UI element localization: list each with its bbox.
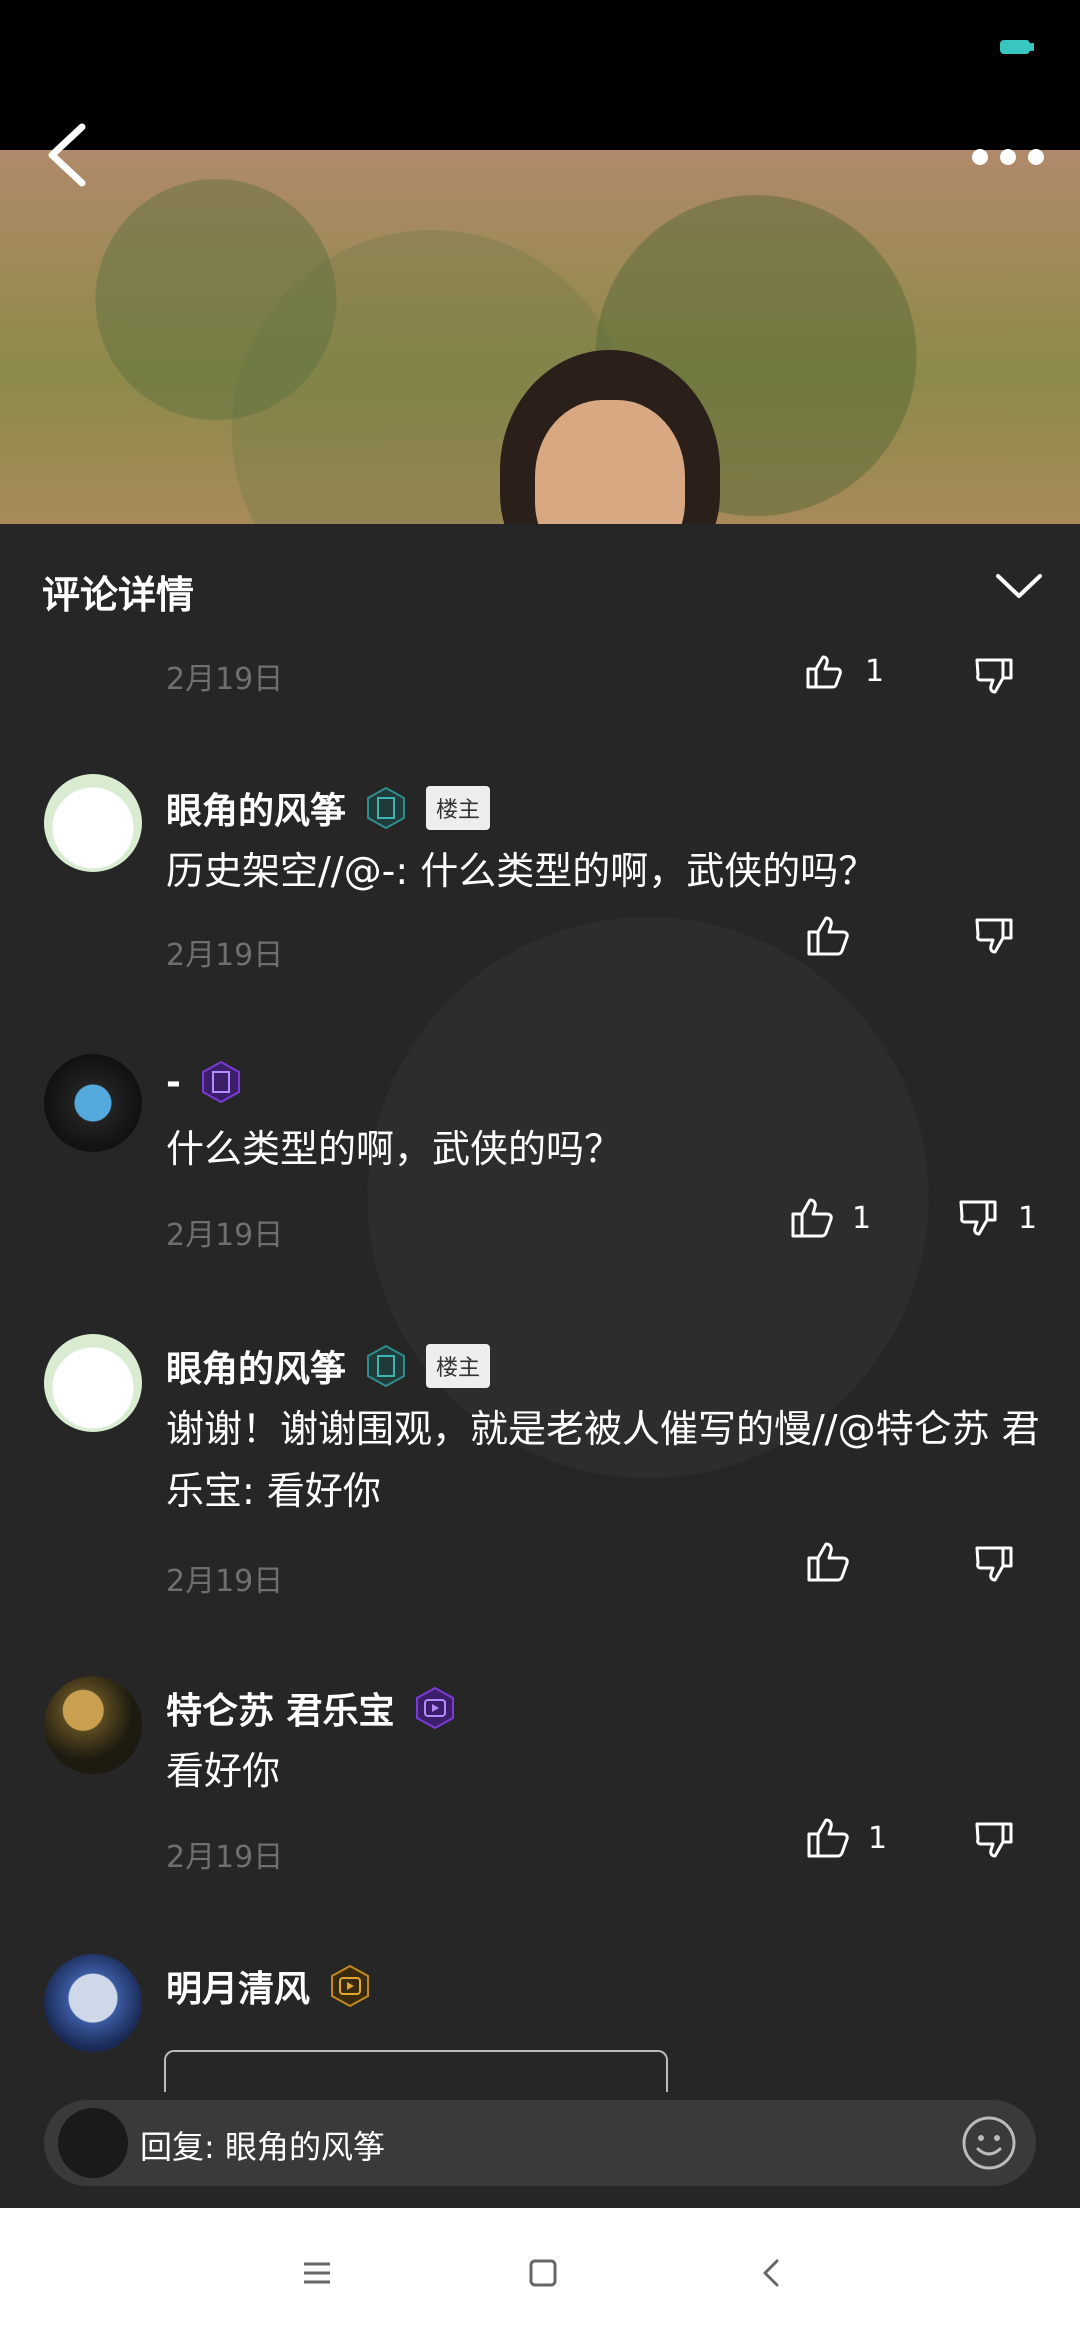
- level-badge-icon: [201, 1060, 240, 1104]
- like-button[interactable]: [806, 914, 850, 958]
- comment-text: 什么类型的啊，武侠的吗？: [166, 1127, 623, 1171]
- comment-text: 谢谢！谢谢围观，就是老被人催写的慢//@特仑苏 君乐宝: 看好你: [166, 1407, 1040, 1513]
- comment-date: 2月19日: [166, 938, 284, 973]
- thumbs-up-icon: [807, 1542, 849, 1582]
- owner-tag: 楼主: [426, 786, 491, 830]
- comment-author-name[interactable]: 眼角的风筝: [166, 782, 346, 834]
- dislike-button[interactable]: [974, 1820, 1016, 1860]
- comment-header: 眼角的风筝 楼主: [166, 1340, 491, 1392]
- thumbs-down-icon: [975, 658, 1013, 694]
- chevron-left-icon: [763, 2259, 779, 2287]
- chevron-left-icon: [48, 123, 86, 187]
- dislike-button[interactable]: [974, 656, 1016, 700]
- dislike-button[interactable]: [974, 916, 1016, 956]
- like-count: 1: [868, 1820, 888, 1856]
- comment-text: 看好你: [166, 1749, 281, 1793]
- thumbs-down-icon: [975, 1546, 1013, 1582]
- more-options-button[interactable]: [972, 142, 1052, 172]
- status-bar: [0, 0, 1080, 150]
- video-person-face: [535, 400, 685, 524]
- avatar[interactable]: [44, 1676, 142, 1774]
- avatar[interactable]: [44, 774, 142, 872]
- comment-text: 历史架空//@-: 什么类型的啊，武侠的吗？: [166, 849, 877, 893]
- reply-input[interactable]: 回复: 眼角的风筝: [140, 2122, 385, 2168]
- comment-header: 特仑苏 君乐宝: [166, 1682, 457, 1734]
- thumbs-down-icon: [975, 918, 1013, 954]
- video-badge-icon: [331, 1964, 370, 2008]
- comment-detail-panel: 评论详情 2月19日 1 眼角的风筝 楼主 历史架空//@-: 什么类型的啊，武…: [0, 524, 1080, 2208]
- comment-author-name[interactable]: 特仑苏 君乐宝: [166, 1682, 395, 1734]
- comment-date: 2月19日: [166, 1218, 284, 1253]
- like-count: 1: [865, 654, 885, 689]
- comment-header: 眼角的风筝 楼主: [166, 782, 491, 834]
- thumbs-up-icon: [791, 1198, 833, 1238]
- comment-header: -: [166, 1060, 243, 1104]
- chevron-down-icon: [996, 574, 1042, 598]
- comment-author-name[interactable]: 眼角的风筝: [166, 1340, 346, 1392]
- square-icon: [529, 2259, 557, 2287]
- comment-date: 2月19日: [166, 1840, 284, 1875]
- system-back-button[interactable]: [746, 2248, 796, 2298]
- system-navigation-bar: [0, 2208, 1080, 2340]
- dislike-button[interactable]: 1: [958, 1198, 1037, 1238]
- menu-icon: [304, 2262, 330, 2284]
- reply-input-bar[interactable]: 回复: 眼角的风筝: [44, 2100, 1036, 2186]
- like-button[interactable]: 1: [805, 654, 884, 689]
- dot-icon: [972, 149, 988, 165]
- level-badge-icon: [367, 786, 406, 830]
- thumbs-down-icon: [959, 1200, 997, 1236]
- back-button[interactable]: [36, 120, 96, 190]
- menu-button[interactable]: [292, 2248, 342, 2298]
- avatar[interactable]: [44, 1334, 142, 1432]
- dislike-button[interactable]: [974, 1544, 1016, 1584]
- emoji-button[interactable]: [960, 2114, 1018, 2172]
- collapse-button[interactable]: [994, 568, 1044, 604]
- panel-title: 评论详情: [42, 573, 195, 617]
- owner-tag: 楼主: [426, 1344, 491, 1388]
- level-badge-icon: [367, 1344, 406, 1388]
- comment-author-name[interactable]: 明月清风: [166, 1960, 310, 2012]
- like-count: 1: [852, 1200, 872, 1236]
- media-preview-frame[interactable]: [164, 2050, 668, 2092]
- video-badge-icon: [415, 1686, 454, 1730]
- comment-header: 明月清风: [166, 1960, 372, 2012]
- dot-icon: [1000, 149, 1016, 165]
- thumbs-down-icon: [975, 1822, 1013, 1858]
- smiley-icon: [962, 2116, 1016, 2170]
- like-button[interactable]: 1: [790, 1196, 871, 1240]
- thumbs-up-icon: [807, 1818, 849, 1858]
- comment-date: 2月19日: [166, 1564, 284, 1599]
- comment-author-name[interactable]: -: [166, 1062, 181, 1103]
- dislike-count: 1: [1018, 1200, 1038, 1236]
- video-player[interactable]: [0, 150, 1080, 524]
- avatar[interactable]: [44, 1954, 142, 2052]
- like-button[interactable]: 1: [806, 1816, 887, 1860]
- comment-date: 2月19日: [166, 662, 284, 697]
- battery-icon: [1000, 40, 1034, 54]
- home-button[interactable]: [518, 2248, 568, 2298]
- dot-icon: [1028, 149, 1044, 165]
- like-button[interactable]: [806, 1540, 850, 1584]
- avatar: [58, 2108, 128, 2178]
- thumbs-up-icon: [806, 655, 842, 688]
- thumbs-up-icon: [807, 916, 849, 956]
- avatar[interactable]: [44, 1054, 142, 1152]
